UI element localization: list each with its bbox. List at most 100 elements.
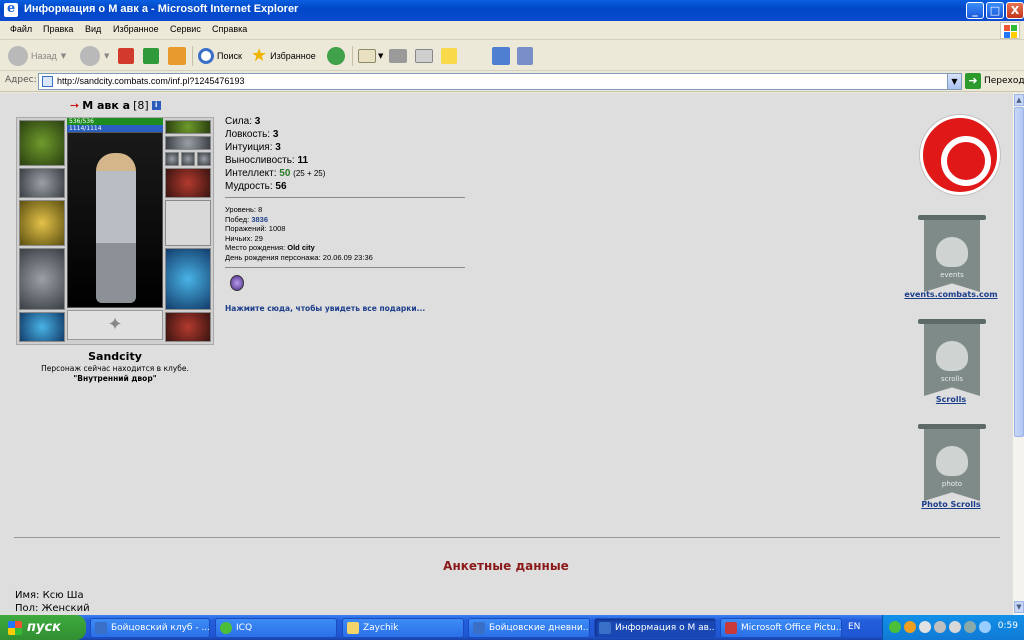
edit-button[interactable]: [415, 44, 433, 68]
start-button[interactable]: пуск: [0, 615, 86, 640]
favorites-button[interactable]: ★ Избранное: [251, 44, 316, 68]
fist-icon: [936, 446, 968, 476]
research-button[interactable]: [517, 44, 533, 68]
stop-icon: [118, 48, 134, 64]
forward-button[interactable]: ▼: [80, 44, 109, 68]
profile-section-title: Анкетные данные: [443, 559, 569, 573]
mail-icon: [358, 49, 376, 63]
menu-view[interactable]: Вид: [85, 24, 101, 34]
go-button[interactable]: ➜ Переход: [965, 73, 1024, 89]
menu-help[interactable]: Справка: [212, 24, 247, 34]
address-url[interactable]: http://sandcity.combats.com/inf.pl?12454…: [57, 76, 244, 86]
task-diaries[interactable]: Бойцовские дневни...: [468, 618, 590, 638]
volume-icon[interactable]: [964, 621, 976, 633]
info-icon[interactable]: i: [151, 101, 161, 110]
city-name: Sandcity: [88, 350, 142, 363]
divider: [225, 267, 465, 268]
belt-slot[interactable]: [19, 312, 65, 342]
detail-birthday: День рождения персонажа: 20.06.09 23:36: [225, 252, 373, 262]
folder-icon: [347, 622, 359, 634]
history-button[interactable]: [327, 44, 345, 68]
scrolls-banner[interactable]: scrolls: [918, 319, 986, 401]
character-figure: [96, 153, 136, 303]
vertical-scrollbar[interactable]: ▲ ▼: [1012, 93, 1024, 615]
close-button[interactable]: X: [1006, 2, 1024, 19]
task-office-picture[interactable]: Microsoft Office Pictu...: [720, 618, 842, 638]
clan-emblem-icon: ✦: [67, 310, 163, 340]
hp-bar: 536/536: [67, 118, 163, 125]
messenger-button[interactable]: [492, 44, 510, 68]
back-dropdown-icon: ▼: [60, 52, 67, 60]
weapon-slot[interactable]: [19, 200, 65, 246]
toolbar: Назад ▼ ▼ Поиск ★ Избранное ▼: [0, 40, 1024, 71]
photo-scrolls-link[interactable]: Photo Scrolls: [896, 500, 1006, 509]
home-icon: [168, 47, 186, 65]
task-zaychik[interactable]: Zaychik: [342, 618, 464, 638]
character-name: М авк а: [82, 99, 131, 112]
leggings-slot[interactable]: [165, 248, 211, 310]
tray-icon-2[interactable]: [904, 621, 916, 633]
earrings-slot[interactable]: [165, 120, 211, 134]
network-icon[interactable]: [934, 621, 946, 633]
stat-strength: Сила: 3: [225, 116, 261, 127]
forward-arrow-icon: [80, 46, 100, 66]
tray-icon-5[interactable]: [949, 621, 961, 633]
stat-agility: Ловкость: 3: [225, 129, 279, 140]
discuss-button[interactable]: [441, 44, 457, 68]
print-button[interactable]: [389, 44, 407, 68]
mail-button[interactable]: ▼: [358, 44, 383, 68]
section-divider: [14, 537, 1000, 538]
stop-button[interactable]: [118, 44, 134, 68]
task-icq[interactable]: ICQ: [215, 618, 337, 638]
scroll-thumb[interactable]: [1014, 107, 1024, 437]
detail-birthplace: Место рождения: Old city: [225, 243, 315, 252]
icq-flower-icon: [220, 622, 232, 634]
scrolls-link[interactable]: Scrolls: [896, 395, 1006, 404]
gift-icon[interactable]: [230, 275, 244, 291]
search-button[interactable]: Поиск: [198, 44, 242, 68]
address-input[interactable]: http://sandcity.combats.com/inf.pl?12454…: [38, 73, 962, 90]
gloves-slot[interactable]: [165, 168, 211, 198]
minimize-button[interactable]: _: [966, 2, 984, 19]
maximize-button[interactable]: □: [986, 2, 1004, 19]
scroll-up-icon[interactable]: ▲: [1014, 94, 1024, 106]
menu-file[interactable]: Файл: [10, 24, 32, 34]
helmet-slot[interactable]: [19, 120, 65, 166]
tray-icon-3[interactable]: [919, 621, 931, 633]
fist-icon: [936, 237, 968, 267]
icq-tray-icon[interactable]: [889, 621, 901, 633]
ring-slot-3[interactable]: [197, 152, 211, 166]
system-tray: 0:59: [882, 615, 1024, 640]
equipment-panel: 536/536 1114/1114 ✦: [16, 117, 214, 345]
bracers-slot[interactable]: [19, 168, 65, 198]
ring-slot-1[interactable]: [165, 152, 179, 166]
combats-logo-icon[interactable]: [920, 115, 1000, 195]
refresh-button[interactable]: [143, 44, 159, 68]
home-button[interactable]: [168, 44, 186, 68]
back-button[interactable]: Назад ▼: [8, 44, 66, 68]
menu-edit[interactable]: Правка: [43, 24, 73, 34]
boots-slot[interactable]: [165, 312, 211, 342]
private-message-arrow-icon[interactable]: ➙: [70, 99, 79, 112]
shield-slot[interactable]: [165, 200, 211, 246]
task-fight-club[interactable]: Бойцовский клуб - ...: [90, 618, 210, 638]
amulet-slot[interactable]: [165, 136, 211, 150]
printer-icon: [389, 49, 407, 63]
task-character-info[interactable]: Информация о М ав...: [594, 618, 716, 638]
language-indicator[interactable]: EN: [848, 622, 860, 632]
address-dropdown-icon[interactable]: ▼: [947, 74, 961, 89]
scroll-down-icon[interactable]: ▼: [1014, 601, 1024, 613]
profile-name-row: Имя: Ксю Ша: [15, 590, 84, 601]
events-banner[interactable]: events: [918, 215, 986, 297]
forward-dropdown-icon: ▼: [104, 52, 110, 60]
menu-tools[interactable]: Сервис: [170, 24, 201, 34]
address-bar: Адрес: http://sandcity.combats.com/inf.p…: [0, 71, 1024, 92]
tray-icon-7[interactable]: [979, 621, 991, 633]
menu-favorites[interactable]: Избранное: [113, 24, 159, 34]
gifts-link[interactable]: Нажмите сюда, чтобы увидеть все подарки.…: [225, 304, 425, 313]
windows-flag-icon: [8, 620, 22, 635]
armor-slot[interactable]: [19, 248, 65, 310]
photo-scrolls-banner[interactable]: photo: [918, 424, 986, 506]
events-link[interactable]: events.combats.com: [896, 290, 1006, 299]
ring-slot-2[interactable]: [181, 152, 195, 166]
